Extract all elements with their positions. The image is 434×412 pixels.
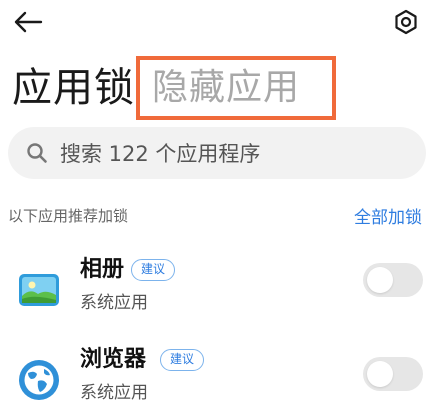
- toggle-knob: [367, 267, 393, 293]
- search-placeholder: 搜索 122 个应用程序: [60, 142, 261, 166]
- back-button[interactable]: [10, 6, 46, 38]
- settings-button[interactable]: [390, 6, 422, 38]
- lock-toggle-gallery[interactable]: [363, 263, 423, 297]
- tab-hidden-apps-highlight[interactable]: 隐藏应用: [136, 56, 336, 120]
- suggest-badge: 建议: [160, 349, 205, 371]
- tab-hidden-apps-label: 隐藏应用: [152, 67, 301, 108]
- app-name: 浏览器: [80, 347, 147, 372]
- app-row-gallery[interactable]: 相册 建议 系统应用: [0, 255, 434, 329]
- browser-globe-icon: [19, 360, 59, 400]
- app-subtitle: 系统应用: [80, 383, 148, 403]
- title-row: 应用锁 隐藏应用: [0, 56, 434, 120]
- gallery-icon: [19, 274, 59, 306]
- recommend-section-header: 以下应用推荐加锁 全部加锁: [0, 203, 434, 228]
- section-label: 以下应用推荐加锁: [8, 207, 129, 225]
- app-row-browser[interactable]: 浏览器 建议 系统应用: [0, 345, 434, 412]
- settings-hexagon-icon: [395, 9, 417, 35]
- top-bar: [0, 0, 434, 46]
- tab-app-lock[interactable]: 应用锁: [12, 64, 135, 112]
- search-bar[interactable]: 搜索 122 个应用程序: [8, 127, 426, 179]
- lock-all-button[interactable]: 全部加锁: [354, 203, 422, 228]
- app-subtitle: 系统应用: [80, 293, 148, 313]
- toggle-knob: [367, 361, 393, 387]
- lock-toggle-browser[interactable]: [363, 357, 423, 391]
- suggest-badge: 建议: [131, 259, 176, 281]
- back-arrow-icon: [14, 11, 43, 33]
- search-icon: [27, 143, 47, 163]
- app-name: 相册: [80, 257, 125, 282]
